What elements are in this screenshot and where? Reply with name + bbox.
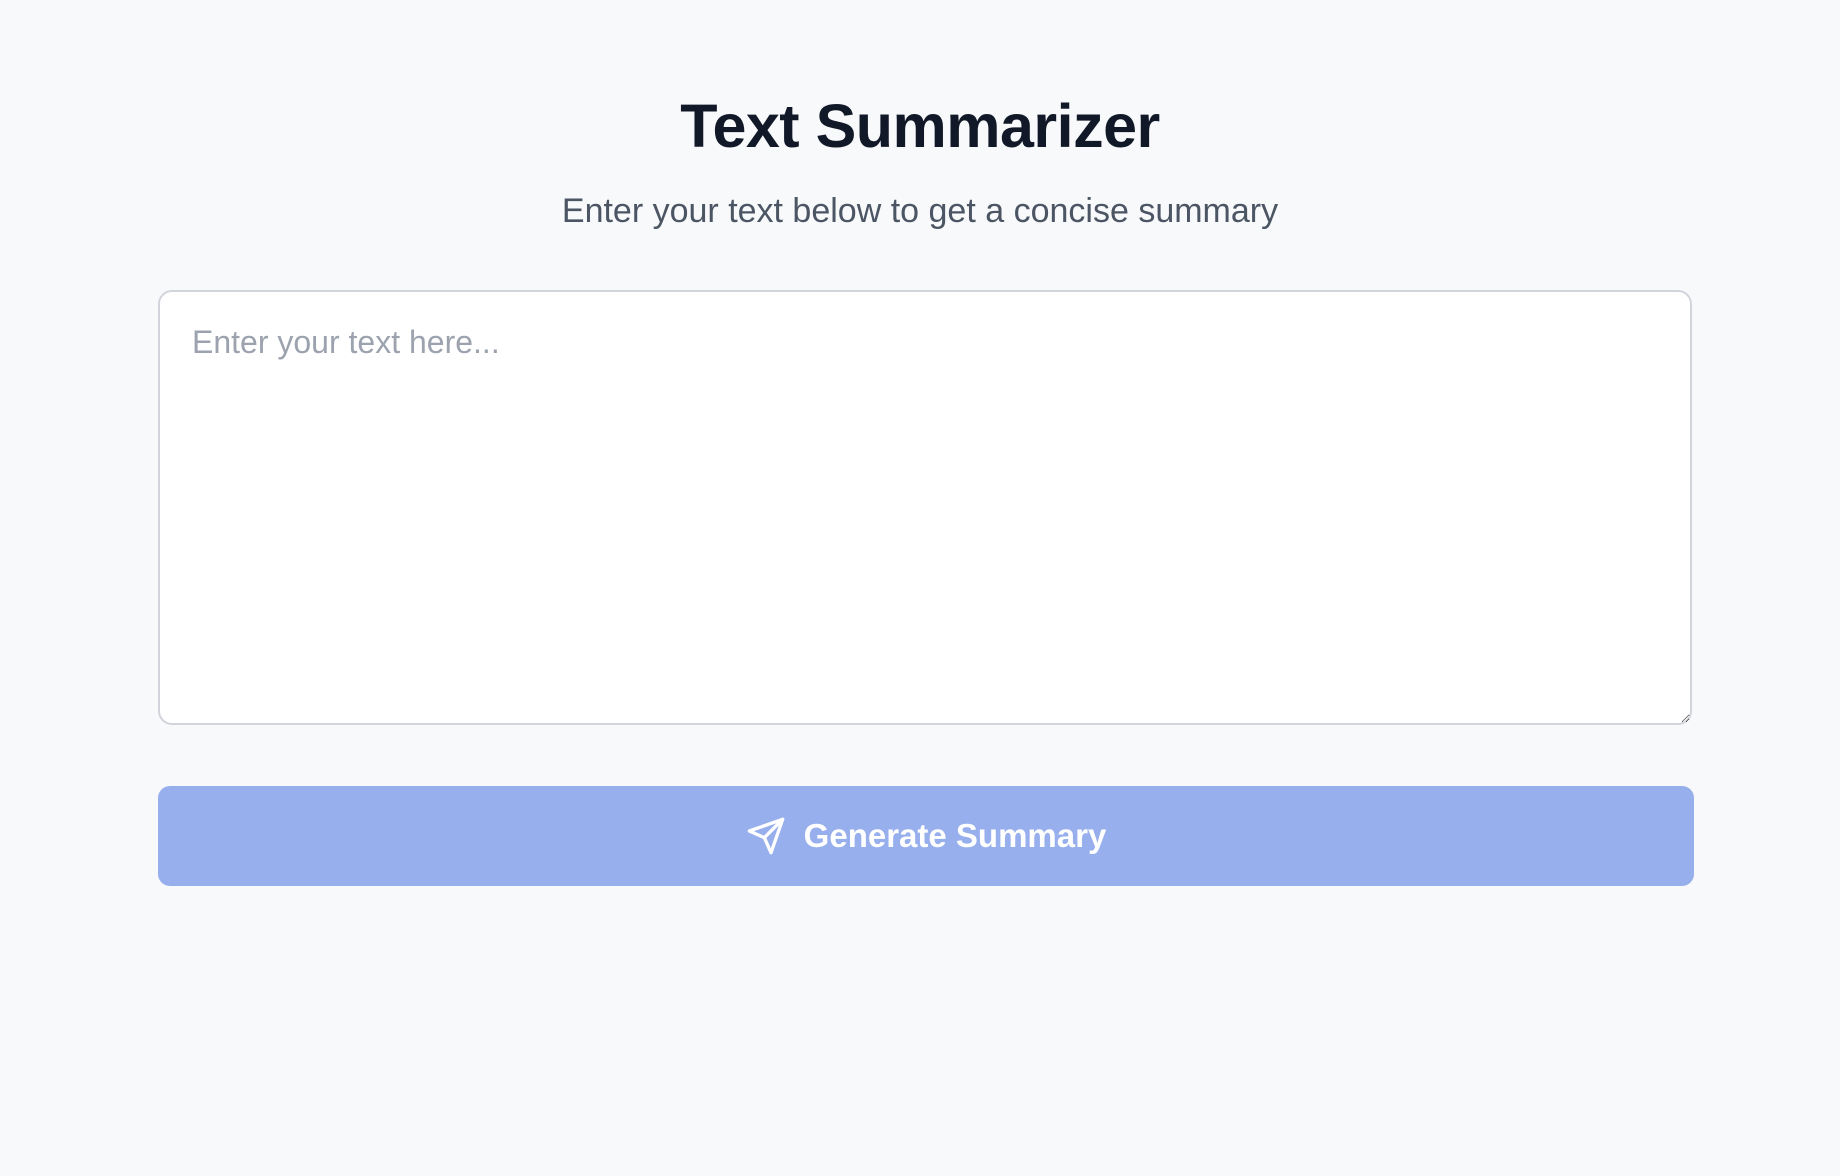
page: Text Summarizer Enter your text below to… <box>0 0 1840 1176</box>
page-title: Text Summarizer <box>680 92 1160 160</box>
text-input[interactable] <box>158 290 1692 725</box>
header: Text Summarizer Enter your text below to… <box>0 88 1840 232</box>
generate-summary-label: Generate Summary <box>803 817 1107 854</box>
generate-summary-button[interactable]: Generate Summary <box>158 786 1694 886</box>
send-icon <box>746 816 786 856</box>
page-subtitle: Enter your text below to get a concise s… <box>561 192 1279 230</box>
